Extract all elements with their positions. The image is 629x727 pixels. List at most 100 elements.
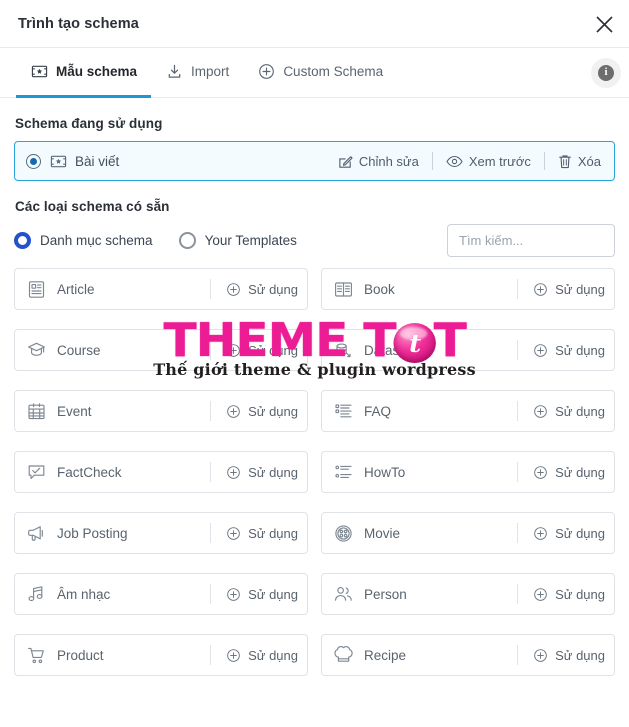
schema-type-name: FactCheck (57, 464, 122, 480)
tile-actions: Sử dụng (210, 523, 298, 543)
plus-circle-icon (534, 465, 547, 479)
plus-circle-icon (534, 648, 547, 662)
use-button[interactable]: Sử dụng (211, 526, 298, 541)
schema-type-name: Movie (364, 525, 401, 541)
schema-type-tile[interactable]: FactCheck Sử dụng (14, 451, 308, 493)
tile-actions: Sử dụng (210, 340, 298, 360)
radio-label: Your Templates (204, 233, 297, 248)
active-schema-row[interactable]: Bài viết Chỉnh sửa Xem trước Xóa (14, 141, 615, 181)
radio-label: Danh mục schema (40, 233, 153, 248)
schema-type-tile[interactable]: Job Posting Sử dụng (14, 512, 308, 554)
plus-circle-icon (227, 587, 240, 601)
use-label: Sử dụng (555, 281, 605, 297)
preview-button[interactable]: Xem trước (433, 154, 544, 169)
eye-icon (446, 155, 463, 167)
use-label: Sử dụng (555, 525, 605, 541)
use-label: Sử dụng (248, 464, 298, 480)
use-button[interactable]: Sử dụng (518, 465, 605, 480)
search-input[interactable] (447, 224, 615, 257)
radio-schema-catalog[interactable]: Danh mục schema (14, 232, 153, 249)
schema-type-tile[interactable]: Course Sử dụng (14, 329, 308, 371)
page-title: Trình tạo schema (18, 15, 139, 32)
use-button[interactable]: Sử dụng (518, 343, 605, 358)
tab-label: Custom Schema (283, 64, 384, 79)
tile-actions: Sử dụng (210, 645, 298, 665)
tile-actions: Sử dụng (517, 523, 605, 543)
tab-custom-schema[interactable]: Custom Schema (243, 48, 397, 98)
use-label: Sử dụng (555, 586, 605, 602)
use-label: Sử dụng (555, 464, 605, 480)
info-icon: i (598, 64, 614, 81)
edit-button[interactable]: Chỉnh sửa (325, 154, 432, 169)
tile-actions: Sử dụng (517, 462, 605, 482)
schema-template-icon (30, 63, 48, 81)
article-icon (27, 280, 46, 299)
schema-type-tile[interactable]: Âm nhạc Sử dụng (14, 573, 308, 615)
dataset-icon (334, 341, 353, 360)
use-button[interactable]: Sử dụng (518, 587, 605, 602)
megaphone-icon (27, 524, 46, 543)
use-button[interactable]: Sử dụng (211, 587, 298, 602)
plus-circle-icon (227, 282, 240, 296)
use-button[interactable]: Sử dụng (518, 404, 605, 419)
schema-type-name: Article (57, 281, 95, 297)
preview-label: Xem trước (468, 153, 531, 169)
close-button[interactable] (589, 9, 619, 39)
use-button[interactable]: Sử dụng (518, 282, 605, 297)
schema-type-tile[interactable]: Recipe Sử dụng (321, 634, 615, 676)
film-reel-icon (334, 524, 353, 543)
schema-type-name: Person (364, 586, 407, 602)
delete-button[interactable]: Xóa (545, 154, 604, 169)
use-button[interactable]: Sử dụng (518, 648, 605, 663)
schema-type-name: Event (57, 403, 92, 419)
shopping-cart-icon (27, 646, 46, 665)
tile-actions: Sử dụng (517, 645, 605, 665)
tab-label: Mẫu schema (56, 64, 138, 79)
use-button[interactable]: Sử dụng (211, 465, 298, 480)
schema-type-tile[interactable]: Person Sử dụng (321, 573, 615, 615)
use-button[interactable]: Sử dụng (518, 526, 605, 541)
tab-bar: Mẫu schema Import Custom Schema i (0, 48, 629, 98)
plus-circle-icon (227, 404, 240, 418)
tile-actions: Sử dụng (517, 584, 605, 604)
plus-circle-icon (227, 343, 240, 357)
numbered-list-icon (334, 463, 353, 482)
use-button[interactable]: Sử dụng (211, 404, 298, 419)
use-label: Sử dụng (555, 403, 605, 419)
schema-type-name: Dataset (364, 342, 411, 358)
plus-circle-icon (534, 587, 547, 601)
active-schema-name: Bài viết (75, 153, 120, 169)
tab-schema-templates[interactable]: Mẫu schema (16, 48, 152, 98)
schema-type-tile[interactable]: Movie Sử dụng (321, 512, 615, 554)
schema-type-tile[interactable]: HowTo Sử dụng (321, 451, 615, 493)
schema-type-name: Book (364, 281, 395, 297)
chef-hat-icon (334, 645, 353, 665)
edit-label: Chỉnh sửa (358, 153, 419, 169)
use-button[interactable]: Sử dụng (211, 282, 298, 297)
radio-your-templates[interactable]: Your Templates (178, 232, 297, 249)
plus-circle-icon (534, 404, 547, 418)
use-label: Sử dụng (248, 647, 298, 663)
schema-type-tile[interactable]: FAQ Sử dụng (321, 390, 615, 432)
schema-type-name: Product (57, 647, 104, 663)
use-label: Sử dụng (248, 586, 298, 602)
tab-import[interactable]: Import (151, 48, 243, 98)
music-note-icon (27, 585, 46, 604)
use-label: Sử dụng (248, 342, 298, 358)
use-button[interactable]: Sử dụng (211, 648, 298, 663)
use-label: Sử dụng (248, 403, 298, 419)
schema-type-tile[interactable]: Event Sử dụng (14, 390, 308, 432)
schema-type-tile[interactable]: Article Sử dụng (14, 268, 308, 310)
close-icon (595, 15, 613, 33)
schema-type-tile[interactable]: Dataset Sử dụng (321, 329, 615, 371)
schema-type-tile[interactable]: Product Sử dụng (14, 634, 308, 676)
edit-pencil-icon (339, 155, 353, 168)
schema-type-tile[interactable]: Book Sử dụng (321, 268, 615, 310)
use-button[interactable]: Sử dụng (211, 343, 298, 358)
schema-type-grid: Article Sử dụng Book Sử dụng Course Sử dụng Da… (14, 268, 615, 676)
plus-circle-icon (534, 282, 547, 296)
delete-label: Xóa (577, 153, 601, 169)
active-schema-radio[interactable] (26, 153, 41, 169)
info-button[interactable]: i (591, 57, 621, 88)
plus-circle-icon (534, 526, 547, 540)
